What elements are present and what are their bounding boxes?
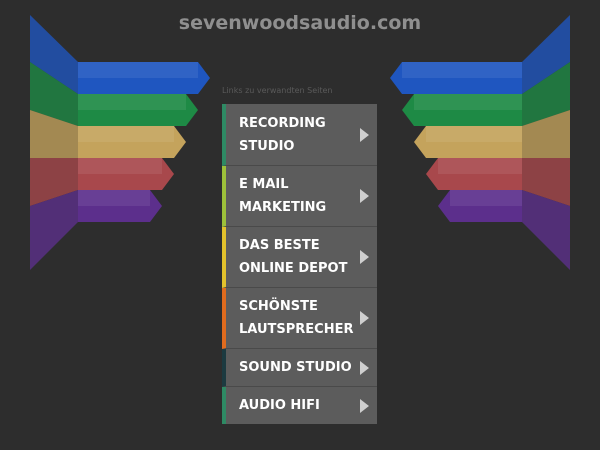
arrow-right-icon bbox=[360, 361, 369, 375]
left-wing-band-highlight bbox=[78, 190, 150, 206]
arrow-right-icon bbox=[360, 128, 369, 142]
arrow-right-icon bbox=[360, 311, 369, 325]
arrow-right-icon bbox=[360, 189, 369, 203]
left-wing-band-highlight bbox=[78, 62, 198, 78]
menu-item-schoenste-lautsprecher[interactable]: SCHÖNSTE LAUTSPRECHER bbox=[222, 288, 377, 349]
menu-item-label: RECORDING STUDIO bbox=[239, 116, 326, 154]
menu-item-label: E MAIL MARKETING bbox=[239, 177, 327, 215]
left-wing-band-highlight bbox=[78, 94, 186, 110]
related-links-label: Links zu verwandten Seiten bbox=[222, 86, 333, 95]
menu-item-e-mail-marketing[interactable]: E MAIL MARKETING bbox=[222, 166, 377, 227]
right-wing-band-highlight bbox=[402, 62, 522, 78]
right-wing-band-highlight bbox=[438, 158, 522, 174]
menu-item-label: SOUND STUDIO bbox=[239, 360, 352, 375]
left-wing-band-highlight bbox=[78, 158, 162, 174]
right-wing-band-highlight bbox=[426, 126, 522, 142]
right-wing-band-highlight bbox=[450, 190, 522, 206]
menu-item-audio-hifi[interactable]: AUDIO HIFI bbox=[222, 387, 377, 424]
menu-item-sound-studio[interactable]: SOUND STUDIO bbox=[222, 349, 377, 387]
related-links-menu: RECORDING STUDIO E MAIL MARKETING DAS BE… bbox=[222, 104, 377, 424]
menu-item-label: AUDIO HIFI bbox=[239, 398, 320, 413]
left-wing-band-highlight bbox=[78, 126, 174, 142]
menu-item-label: SCHÖNSTE LAUTSPRECHER bbox=[239, 299, 354, 337]
menu-item-recording-studio[interactable]: RECORDING STUDIO bbox=[222, 104, 377, 166]
arrow-right-icon bbox=[360, 250, 369, 264]
menu-item-label: DAS BESTE ONLINE DEPOT bbox=[239, 238, 348, 276]
right-wing-band-highlight bbox=[414, 94, 522, 110]
menu-item-das-beste-online-depot[interactable]: DAS BESTE ONLINE DEPOT bbox=[222, 227, 377, 288]
site-domain-title: sevenwoodsaudio.com bbox=[178, 12, 422, 34]
arrow-right-icon bbox=[360, 399, 369, 413]
